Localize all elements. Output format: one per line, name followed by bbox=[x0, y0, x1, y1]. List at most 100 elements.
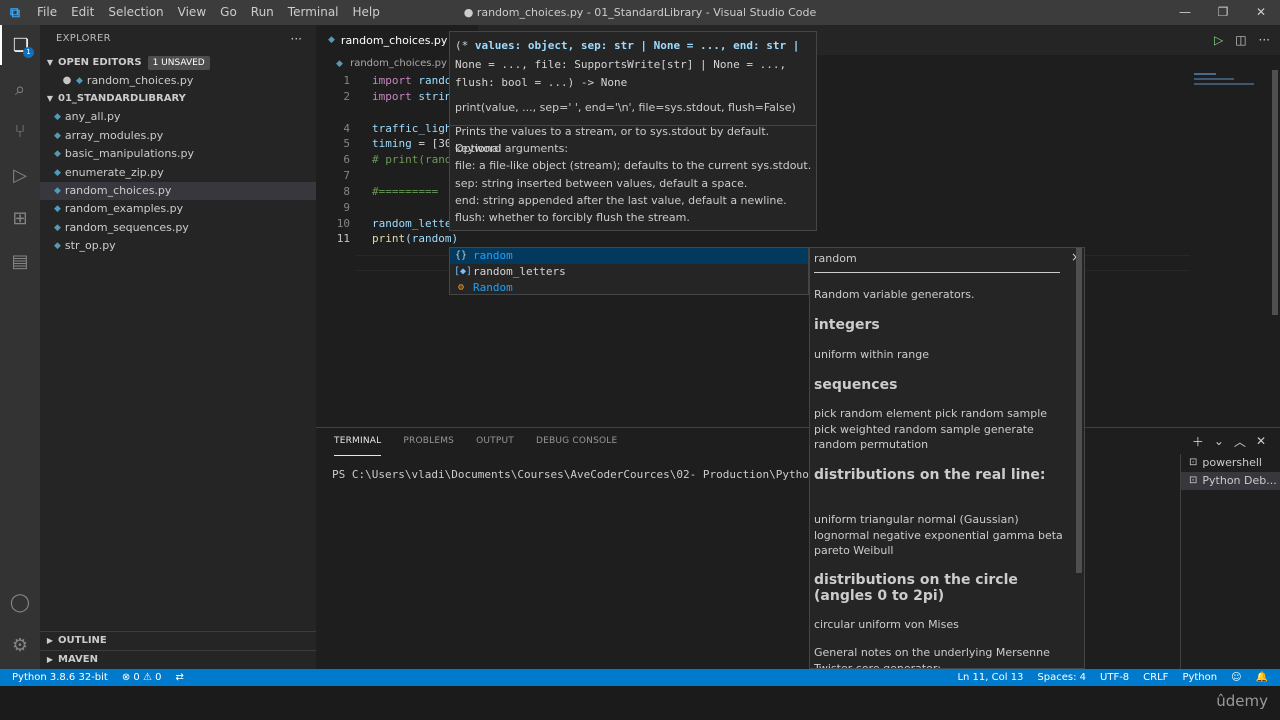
line-number: 6 bbox=[343, 153, 350, 166]
folder-label: 01_STANDARDLIBRARY bbox=[58, 93, 186, 105]
activity-bar: ❏ 1 ⌕ ⑂ ▷ ⊞ ▤ ◯ ⚙ bbox=[0, 25, 40, 669]
run-debug-icon[interactable]: ▷ bbox=[0, 155, 40, 195]
file-name: str_op.py bbox=[64, 239, 116, 253]
new-terminal-icon[interactable]: ＋ bbox=[1192, 433, 1204, 450]
menu-terminal[interactable]: Terminal bbox=[281, 0, 346, 25]
terminal-icon: ⊡ bbox=[1189, 457, 1198, 468]
suggestion-item-selected[interactable]: {} random bbox=[450, 248, 808, 264]
signature-text: (* values: object, sep: str | None = ...… bbox=[455, 39, 800, 90]
code-text: traffic_ligh bbox=[372, 122, 452, 135]
scrollbar-thumb[interactable] bbox=[1272, 70, 1278, 315]
window-controls: — ❐ ✕ bbox=[1166, 0, 1280, 25]
menu-view[interactable]: View bbox=[171, 0, 213, 25]
details-heading: integers bbox=[814, 317, 880, 333]
feedback-icon[interactable]: ☺ bbox=[1231, 669, 1241, 686]
breadcrumb-file: random_choices.py > bbox=[350, 58, 459, 69]
details-text: uniform within range bbox=[814, 348, 929, 361]
file-item[interactable]: ◆ str_op.py bbox=[40, 237, 316, 255]
restore-icon[interactable]: ❐ bbox=[1204, 0, 1242, 25]
end-of-line[interactable]: CRLF bbox=[1143, 669, 1168, 686]
details-heading: distributions on the real line: bbox=[814, 467, 1046, 483]
open-editors-header[interactable]: ▼ OPEN EDITORS 1 UNSAVED bbox=[40, 54, 316, 72]
python-interpreter[interactable]: Python 3.8.6 32-bit bbox=[12, 669, 108, 686]
unsaved-dot-icon[interactable]: ● bbox=[62, 72, 72, 90]
cursor-position[interactable]: Ln 11, Col 13 bbox=[957, 669, 1023, 686]
terminal-name: Python Deb... bbox=[1202, 474, 1277, 487]
tab-problems[interactable]: PROBLEMS bbox=[403, 428, 454, 456]
language-mode[interactable]: Python bbox=[1182, 669, 1217, 686]
open-editors-label: OPEN EDITORS bbox=[58, 57, 142, 68]
file-item[interactable]: ◆ basic_manipulations.py bbox=[40, 145, 316, 163]
account-icon[interactable]: ◯ bbox=[0, 582, 40, 622]
close-panel-icon[interactable]: ✕ bbox=[1256, 434, 1266, 448]
details-divider bbox=[814, 272, 1060, 273]
settings-gear-icon[interactable]: ⚙ bbox=[0, 625, 40, 665]
menu-bar: File Edit Selection View Go Run Terminal… bbox=[30, 0, 387, 25]
chevron-right-icon: ▶ bbox=[46, 655, 54, 664]
suggestion-item[interactable]: [◆] random_letters bbox=[450, 264, 808, 280]
menu-run[interactable]: Run bbox=[244, 0, 281, 25]
doc-signature: print(value, ..., sep=' ', end='\n', fil… bbox=[455, 101, 796, 114]
details-text: General notes on the underlying Mersenne… bbox=[814, 646, 1050, 669]
problems-count[interactable]: ⊗ 0 ⚠ 0 bbox=[122, 669, 162, 686]
tab-output[interactable]: OUTPUT bbox=[476, 428, 514, 456]
extensions-icon[interactable]: ⊞ bbox=[0, 198, 40, 238]
encoding[interactable]: UTF-8 bbox=[1100, 669, 1129, 686]
udemy-watermark: ûdemy bbox=[1216, 692, 1268, 710]
python-file-icon: ◆ bbox=[54, 204, 61, 215]
doc-line: file: a file-like object (stream); defau… bbox=[455, 159, 812, 172]
python-file-icon: ◆ bbox=[328, 35, 335, 45]
split-editor-icon[interactable]: ◫ bbox=[1235, 33, 1246, 47]
menu-go[interactable]: Go bbox=[213, 0, 244, 25]
close-window-icon[interactable]: ✕ bbox=[1242, 0, 1280, 25]
python-file-icon: ◆ bbox=[54, 185, 61, 196]
tab-terminal[interactable]: TERMINAL bbox=[334, 428, 382, 456]
code-variable: timing bbox=[372, 137, 412, 150]
file-name: random_choices.py bbox=[64, 183, 172, 197]
file-item[interactable]: ◆ array_modules.py bbox=[40, 127, 316, 145]
terminal-output[interactable]: PS C:\Users\vladi\Documents\Courses\AveC… bbox=[332, 468, 862, 481]
bottom-panel: TERMINAL PROBLEMS OUTPUT DEBUG CONSOLE ＋… bbox=[316, 427, 1280, 670]
file-item-selected[interactable]: ◆ random_choices.py bbox=[40, 181, 316, 201]
line-number: 5 bbox=[343, 137, 350, 150]
run-python-file-icon[interactable]: ▷ bbox=[1214, 33, 1223, 47]
more-actions-icon[interactable]: ··· bbox=[1259, 33, 1270, 47]
python-file-icon: ◆ bbox=[54, 241, 61, 252]
menu-selection[interactable]: Selection bbox=[101, 0, 170, 25]
live-share-icon[interactable]: ⇄ bbox=[175, 669, 183, 686]
signature-rest: None = ..., file: SupportsWrite[str] | N… bbox=[455, 57, 787, 90]
notebook-icon[interactable]: ▤ bbox=[0, 241, 40, 281]
maximize-panel-icon[interactable]: ︿ bbox=[1234, 433, 1246, 450]
active-parameter: values: object, sep: str | None = ..., e… bbox=[468, 39, 800, 52]
terminal-item[interactable]: ⊡ powershell bbox=[1181, 454, 1280, 472]
suggestion-list: {} random [◆] random_letters ⚙ Random bbox=[449, 247, 809, 295]
doc-line: keyword arguments: bbox=[455, 142, 569, 155]
terminal-item-selected[interactable]: ⊡ Python Deb... bbox=[1181, 472, 1280, 490]
details-scrollbar[interactable] bbox=[1076, 248, 1082, 573]
code-text: random_lette bbox=[372, 217, 452, 230]
folder-header[interactable]: ▼ 01_STANDARDLIBRARY bbox=[40, 90, 316, 108]
indentation[interactable]: Spaces: 4 bbox=[1037, 669, 1086, 686]
explorer-icon[interactable]: ❏ 1 bbox=[0, 25, 40, 65]
more-actions-icon[interactable]: ··· bbox=[291, 25, 302, 53]
minimize-icon[interactable]: — bbox=[1166, 0, 1204, 25]
doc-line: end: string appended after the last valu… bbox=[455, 194, 787, 207]
source-control-icon[interactable]: ⑂ bbox=[0, 111, 40, 151]
chevron-down-icon[interactable]: ⌄ bbox=[1214, 434, 1224, 448]
notifications-bell-icon[interactable]: 🔔 bbox=[1256, 669, 1268, 686]
suggestion-item[interactable]: ⚙ Random bbox=[450, 280, 808, 296]
file-name: enumerate_zip.py bbox=[64, 165, 164, 179]
tab-debug-console[interactable]: DEBUG CONSOLE bbox=[536, 428, 617, 456]
menu-file[interactable]: File bbox=[30, 0, 64, 25]
search-icon[interactable]: ⌕ bbox=[0, 69, 40, 109]
menu-help[interactable]: Help bbox=[346, 0, 387, 25]
file-item[interactable]: ◆ enumerate_zip.py bbox=[40, 164, 316, 182]
open-editor-item[interactable]: ● ◆ random_choices.py bbox=[40, 72, 316, 90]
file-item[interactable]: ◆ random_sequences.py bbox=[40, 219, 316, 237]
file-item[interactable]: ◆ any_all.py bbox=[40, 108, 316, 126]
file-item[interactable]: ◆ random_examples.py bbox=[40, 200, 316, 218]
maven-section[interactable]: ▶ MAVEN bbox=[40, 650, 316, 668]
menu-edit[interactable]: Edit bbox=[64, 0, 101, 25]
editor-scrollbar[interactable] bbox=[1270, 25, 1280, 427]
outline-section[interactable]: ▶ OUTLINE bbox=[40, 631, 316, 649]
